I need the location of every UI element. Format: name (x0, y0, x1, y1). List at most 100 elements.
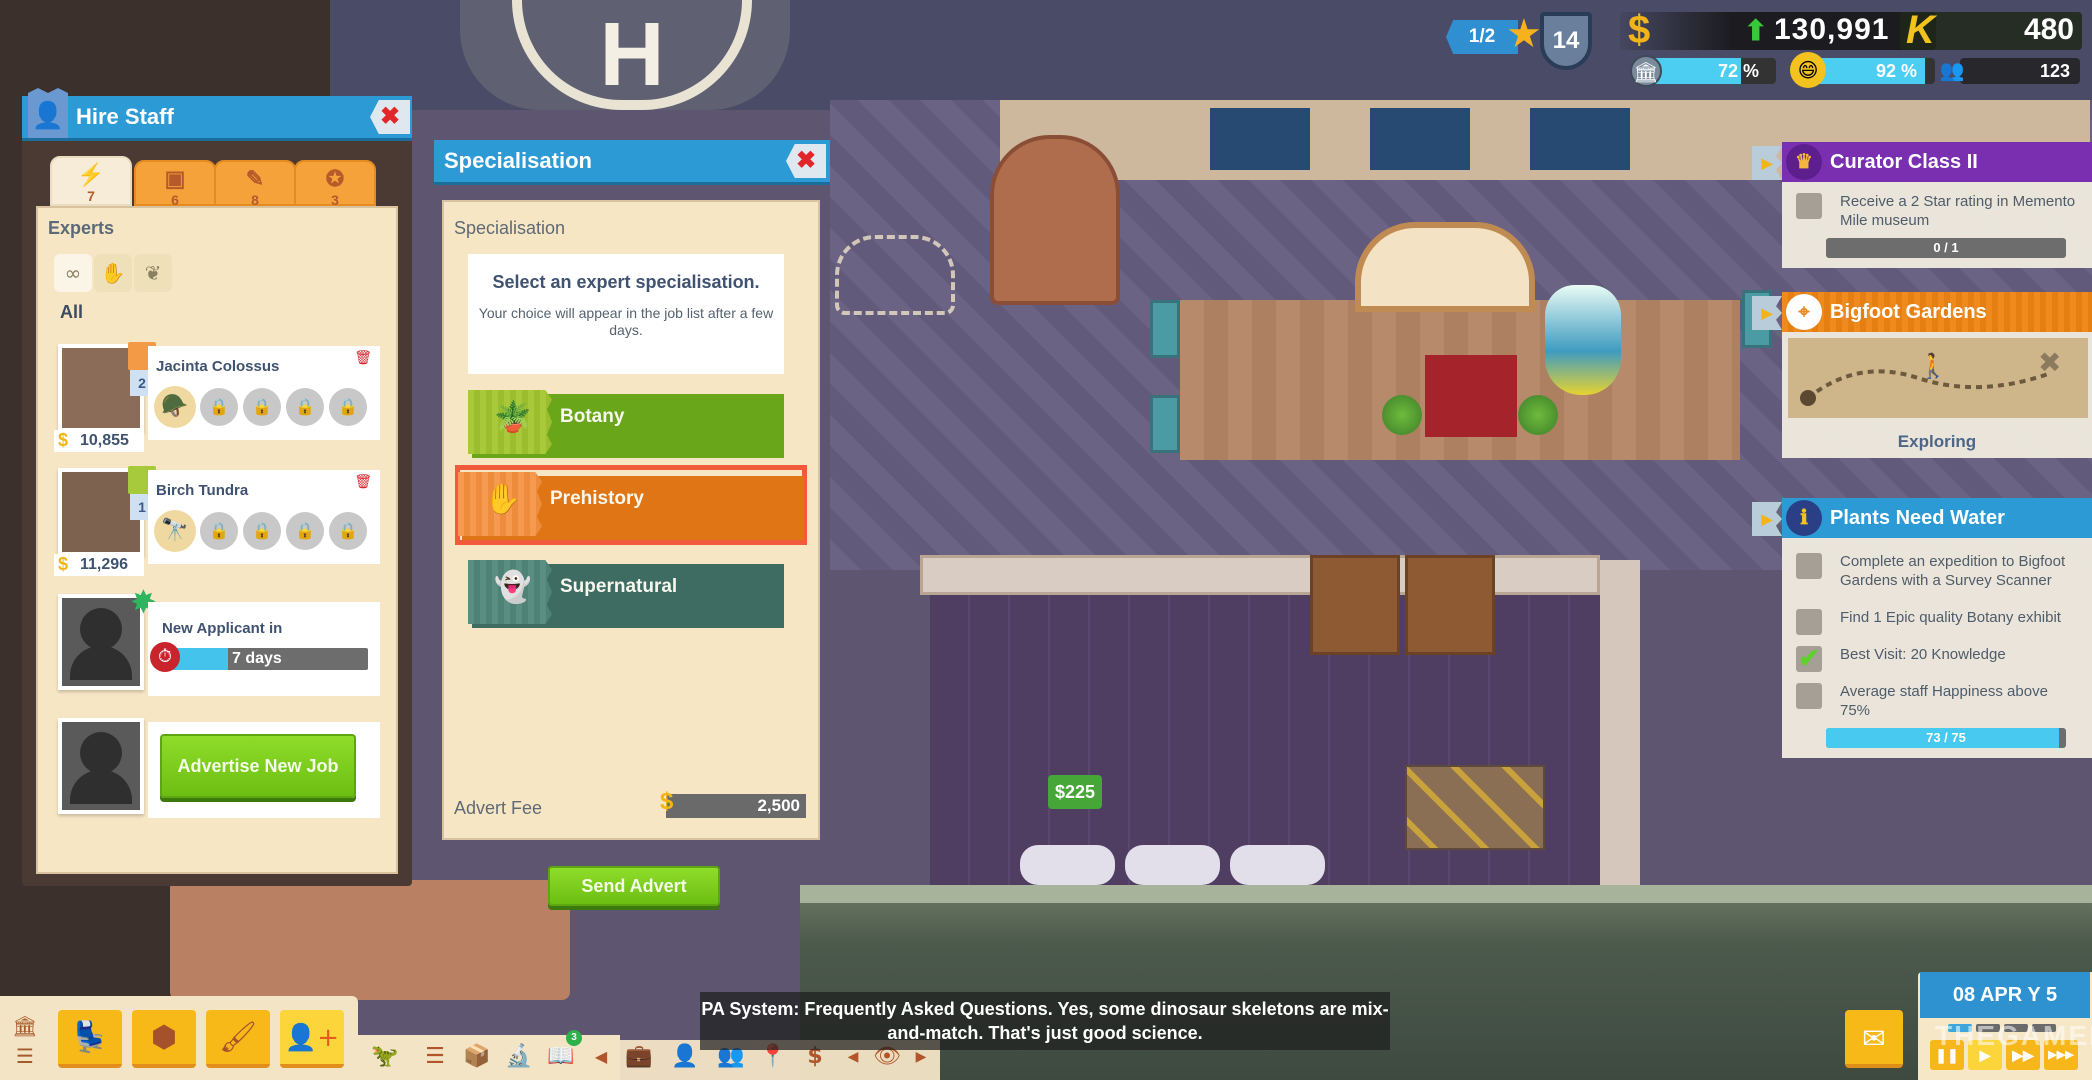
tab-experts[interactable]: ⚡ 7 (50, 156, 132, 206)
chair-icon: 💺 (71, 1020, 109, 1055)
objective-task: Complete an expedition to Bigfoot Garden… (1796, 552, 2080, 590)
advert-fee-label: Advert Fee (454, 798, 543, 818)
list-button[interactable]: ☰ (418, 1040, 452, 1074)
hire-staff-titlebar[interactable]: 👤 Hire Staff ✖ (22, 88, 412, 138)
locked-skill-icon: 🔒 (329, 512, 367, 550)
guests-icon: 👥 (1939, 58, 1965, 82)
research-button[interactable]: 🔬 (502, 1040, 536, 1074)
furniture-button[interactable]: 💺 (58, 1010, 122, 1068)
task-checkbox-checked: ✔ (1796, 645, 1822, 672)
objective-body: Complete an expedition to Bigfoot Garden… (1782, 538, 2092, 758)
specialisation-option-prehistory[interactable]: ✋ Prehistory (455, 465, 807, 545)
map-start-dot (1800, 390, 1816, 406)
fountain-exhibit[interactable] (1545, 285, 1621, 395)
museum-icon[interactable]: 🏛 (10, 1014, 40, 1038)
hiker-icon: 🚶 (1918, 352, 1948, 380)
bench[interactable] (1150, 395, 1180, 453)
candidate-salary: $11,296 (54, 554, 144, 576)
objective-plants-need-water: ▶ ℹ Plants Need Water Complete an expedi… (1752, 498, 2092, 758)
specialisation-title: Specialisation (444, 148, 592, 173)
task-progress-text: 0 / 1 (1933, 240, 1959, 255)
specialisation-option-botany[interactable]: 🪴 Botany (468, 386, 784, 460)
wall-window (1210, 108, 1310, 170)
new-applicant-label: New Applicant in (162, 620, 283, 637)
room-box-icon: ⬢ (150, 1020, 178, 1055)
checkout-counter[interactable] (1125, 845, 1220, 885)
storage-button[interactable]: 📦 (460, 1040, 494, 1074)
objective-task: Average staff Happiness above 75% (1796, 682, 2080, 720)
locked-skill-icon: 🔒 (286, 388, 324, 426)
binoculars-skill-icon[interactable]: 🔭 (154, 510, 196, 552)
display-exhibit[interactable] (1355, 222, 1535, 312)
specialisation-titlebar[interactable]: Specialisation ✖ (434, 140, 830, 182)
shop-shelf[interactable] (1405, 555, 1495, 655)
bench[interactable] (1150, 300, 1180, 358)
money-icon: $ (660, 788, 674, 815)
security-tab-icon: ✪ (325, 166, 345, 191)
hire-staff-title: Hire Staff (76, 104, 174, 129)
mail-button[interactable]: ✉ (1845, 1010, 1903, 1068)
checkout-counter[interactable] (1020, 845, 1115, 885)
checkout-counter[interactable] (1230, 845, 1325, 885)
specialisation-option-supernatural[interactable]: 👻 Supernatural (468, 556, 784, 630)
objective-header[interactable]: ▶ ♛ Curator Class II (1752, 142, 2092, 182)
museum-buzz-icon: 🏛 (1630, 55, 1662, 87)
candidate-details: Birch Tundra 🗑 🔭 🔒 🔒 🔒 🔒 (148, 470, 380, 564)
objective-body: ✖ 🚶 (1782, 332, 2092, 428)
specialisation-content: Specialisation Select an expert speciali… (442, 200, 820, 840)
candidate-card[interactable]: 2 Jacinta Colossus 🗑 🪖 🔒 🔒 🔒 🔒 $10,855 (50, 342, 390, 452)
objective-title: Bigfoot Gardens (1830, 301, 1987, 323)
close-hire-staff-button[interactable]: ✖ (370, 100, 410, 134)
briefcase-icon: 💼 (625, 1044, 653, 1069)
locked-skill-icon: 🔒 (200, 388, 238, 426)
exhibits-button[interactable]: 🦖 (368, 1040, 402, 1074)
send-advert-button[interactable]: Send Advert (548, 866, 720, 906)
objective-title: Curator Class II (1830, 151, 1978, 173)
museum-level-badge[interactable]: 14 (1540, 12, 1592, 70)
dino-banner (1425, 355, 1517, 437)
dinosaur-skeleton-exhibit[interactable] (835, 235, 955, 315)
expeditions-button[interactable]: 💼 (622, 1040, 656, 1074)
objective-header[interactable]: ▶ ℹ Plants Need Water (1752, 498, 2092, 538)
potted-plant (1382, 395, 1422, 435)
menu-icon[interactable]: ☰ (10, 1044, 40, 1068)
experts-tab-icon: ⚡ (77, 162, 105, 187)
task-checkbox (1796, 193, 1822, 219)
main-skill-icon[interactable]: 🪖 (154, 386, 196, 428)
tab-janitors[interactable]: ✎ 8 (214, 160, 296, 208)
staff-list-button[interactable]: 👤 (668, 1040, 702, 1074)
knowledge-icon: K (1906, 8, 1935, 52)
advertise-new-job-button[interactable]: Advertise New Job (160, 734, 356, 798)
candidate-card[interactable]: 1 Birch Tundra 🗑 🔭 🔒 🔒 🔒 🔒 $11,296 (50, 466, 390, 576)
assistants-tab-icon: ▣ (164, 166, 186, 191)
locked-skill-icon: 🔒 (329, 388, 367, 426)
janitors-tab-icon: ✎ (245, 166, 265, 191)
shop-shelf[interactable] (1310, 555, 1400, 655)
chevron-right-icon: ▶ (915, 1049, 927, 1065)
map-x-mark-icon: ✖ (2038, 346, 2061, 379)
filter-all[interactable]: ∞ (54, 254, 92, 292)
ticket-kiosk[interactable] (990, 135, 1120, 305)
objective-header[interactable]: ▶ ⌖ Bigfoot Gardens (1752, 292, 2092, 332)
dismiss-candidate-icon[interactable]: 🗑 (354, 350, 372, 366)
hire-staff-button[interactable]: 👤+ (280, 1010, 344, 1068)
filter-prehistory[interactable]: ✋ (94, 254, 132, 292)
watermark-text: THEGAMER (1935, 1020, 2092, 1051)
decorate-button[interactable]: 🖌 (206, 1010, 270, 1068)
close-specialisation-button[interactable]: ✖ (786, 144, 826, 178)
expand-arrow-icon[interactable]: ▶ (1752, 296, 1782, 330)
dismiss-candidate-icon[interactable]: 🗑 (354, 474, 372, 490)
rooms-button[interactable]: ⬢ (132, 1010, 196, 1068)
knowledge-value: 480 (2023, 13, 2074, 46)
tab-security[interactable]: ✪ 3 (294, 160, 376, 208)
filter-botany[interactable]: ❦ (134, 254, 172, 292)
option-label: Prehistory (550, 488, 644, 509)
expand-arrow-icon[interactable]: ▶ (1752, 146, 1782, 180)
tab-assistants[interactable]: ▣ 6 (134, 160, 216, 208)
wall-window (1370, 108, 1470, 170)
option-label: Supernatural (560, 576, 678, 597)
collapse-toolbar-button[interactable]: ◀ (584, 1040, 618, 1074)
hand-fossil-icon: ✋ (484, 482, 522, 517)
expand-arrow-icon[interactable]: ▶ (1752, 502, 1782, 536)
objective-curator-class: ▶ ♛ Curator Class II Receive a 2 Star ra… (1752, 142, 2092, 268)
